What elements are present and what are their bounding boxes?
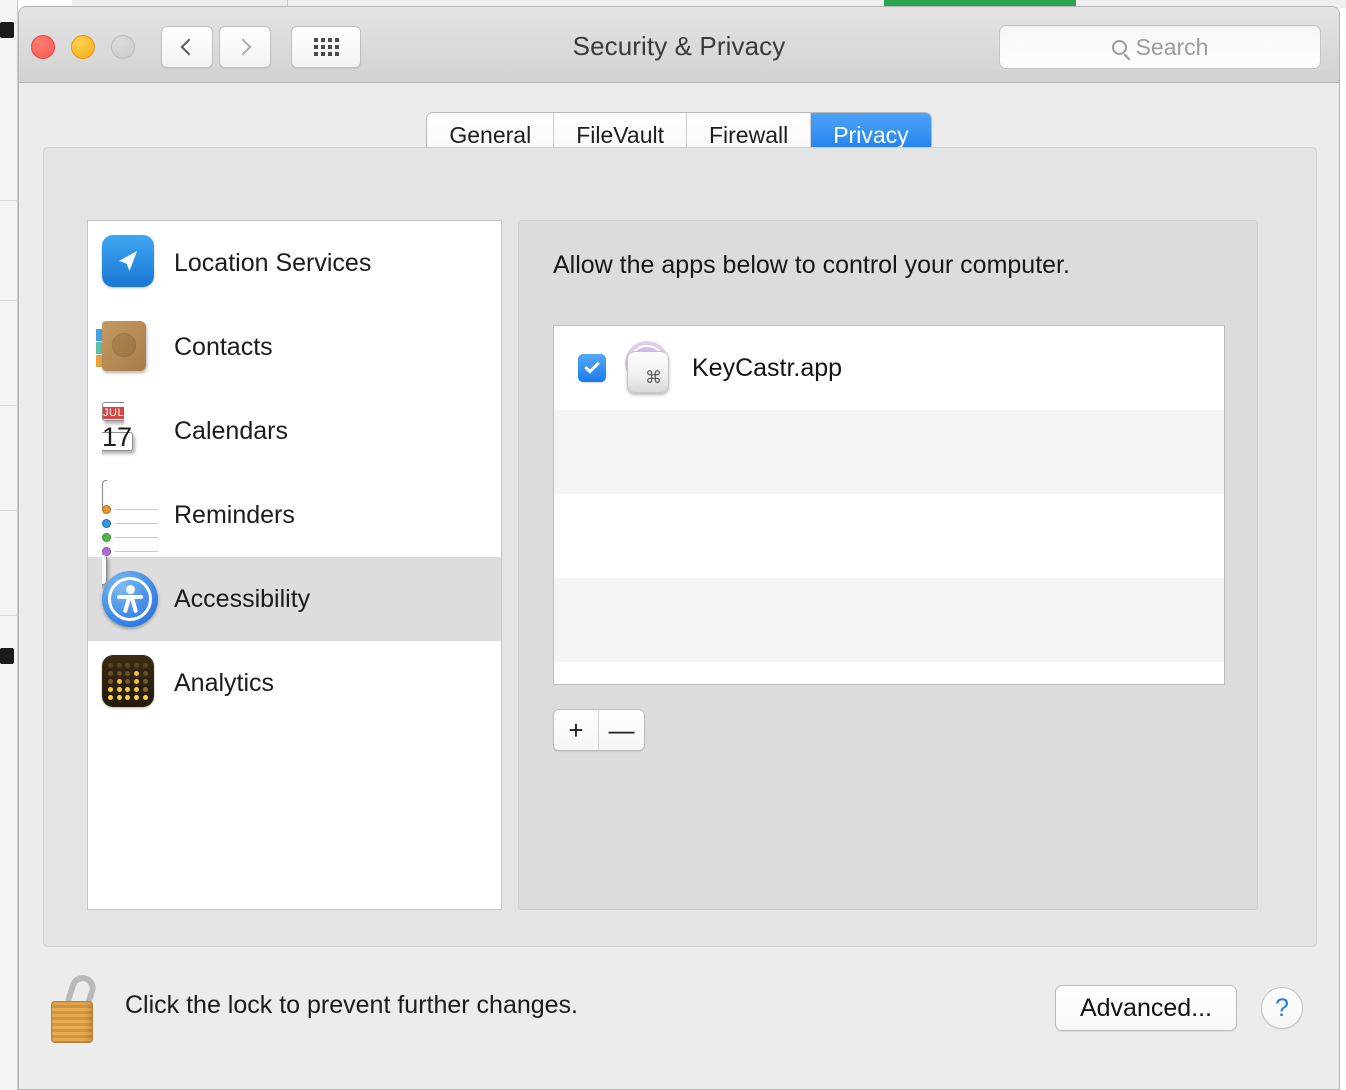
table-row-empty[interactable] <box>554 662 1224 684</box>
keycastr-icon: ⌘ <box>618 339 676 397</box>
sidebar-item-label: Contacts <box>174 332 273 361</box>
search-placeholder: Search <box>1135 33 1209 60</box>
accessibility-detail-panel: Allow the apps below to control your com… <box>518 220 1258 910</box>
sidebar-item-label: Location Services <box>174 248 372 277</box>
sidebar-item-label: Reminders <box>174 500 295 529</box>
command-key-glyph: ⌘ <box>627 351 669 393</box>
checkmark-icon <box>584 358 600 374</box>
window-footer: Click the lock to prevent further change… <box>19 949 1339 1089</box>
app-name-label: KeyCastr.app <box>692 353 843 382</box>
background-glyph <box>0 22 14 38</box>
background-window-left-strip <box>0 0 18 1090</box>
privacy-category-list[interactable]: Location Services Contacts JUL 17 Calend… <box>87 220 502 910</box>
lock-status-text: Click the lock to prevent further change… <box>125 991 579 1019</box>
background-divider <box>0 200 18 201</box>
table-row-empty[interactable] <box>554 494 1224 578</box>
add-remove-control: + — <box>553 709 645 751</box>
advanced-button[interactable]: Advanced... <box>1054 985 1237 1031</box>
allowed-apps-list[interactable]: ⌘ KeyCastr.app <box>553 325 1225 685</box>
sidebar-item-accessibility[interactable]: Accessibility <box>88 557 501 641</box>
background-divider <box>0 405 18 406</box>
sidebar-item-contacts[interactable]: Contacts <box>88 305 501 389</box>
background-divider <box>0 300 18 301</box>
background-divider <box>0 615 18 616</box>
calendars-icon: JUL 17 <box>102 402 158 459</box>
panel-description: Allow the apps below to control your com… <box>553 251 1070 279</box>
location-services-icon <box>102 235 158 291</box>
background-divider <box>0 510 18 511</box>
accessibility-icon <box>102 571 158 627</box>
sidebar-item-label: Calendars <box>174 416 288 445</box>
privacy-content-area: Location Services Contacts JUL 17 Calend… <box>43 147 1317 947</box>
table-row[interactable]: ⌘ KeyCastr.app <box>554 326 1224 410</box>
search-icon <box>1111 39 1127 55</box>
background-glyph <box>0 648 14 664</box>
calendar-day: 17 <box>102 422 133 452</box>
reminders-icon <box>102 480 158 585</box>
sidebar-item-reminders[interactable]: Reminders <box>88 473 501 585</box>
add-app-button[interactable]: + <box>554 710 599 750</box>
help-button[interactable]: ? <box>1261 987 1303 1029</box>
search-input[interactable]: Search <box>999 25 1321 69</box>
sidebar-item-calendars[interactable]: JUL 17 Calendars <box>88 389 501 473</box>
table-row-empty[interactable] <box>554 578 1224 662</box>
window-titlebar: Security & Privacy Search <box>19 7 1339 83</box>
sidebar-item-analytics[interactable]: Analytics <box>88 641 501 725</box>
unlocked-padlock-icon[interactable] <box>49 971 109 1043</box>
calendar-month: JUL <box>103 407 125 419</box>
remove-app-button[interactable]: — <box>599 710 644 750</box>
app-checkbox[interactable] <box>578 354 606 382</box>
contacts-icon <box>96 319 158 375</box>
analytics-icon <box>102 655 158 711</box>
security-privacy-window: Security & Privacy Search General FileVa… <box>18 6 1340 1090</box>
sidebar-item-location-services[interactable]: Location Services <box>88 221 501 305</box>
table-row-empty[interactable] <box>554 410 1224 494</box>
sidebar-item-label: Accessibility <box>174 584 311 613</box>
sidebar-item-label: Analytics <box>174 668 275 697</box>
